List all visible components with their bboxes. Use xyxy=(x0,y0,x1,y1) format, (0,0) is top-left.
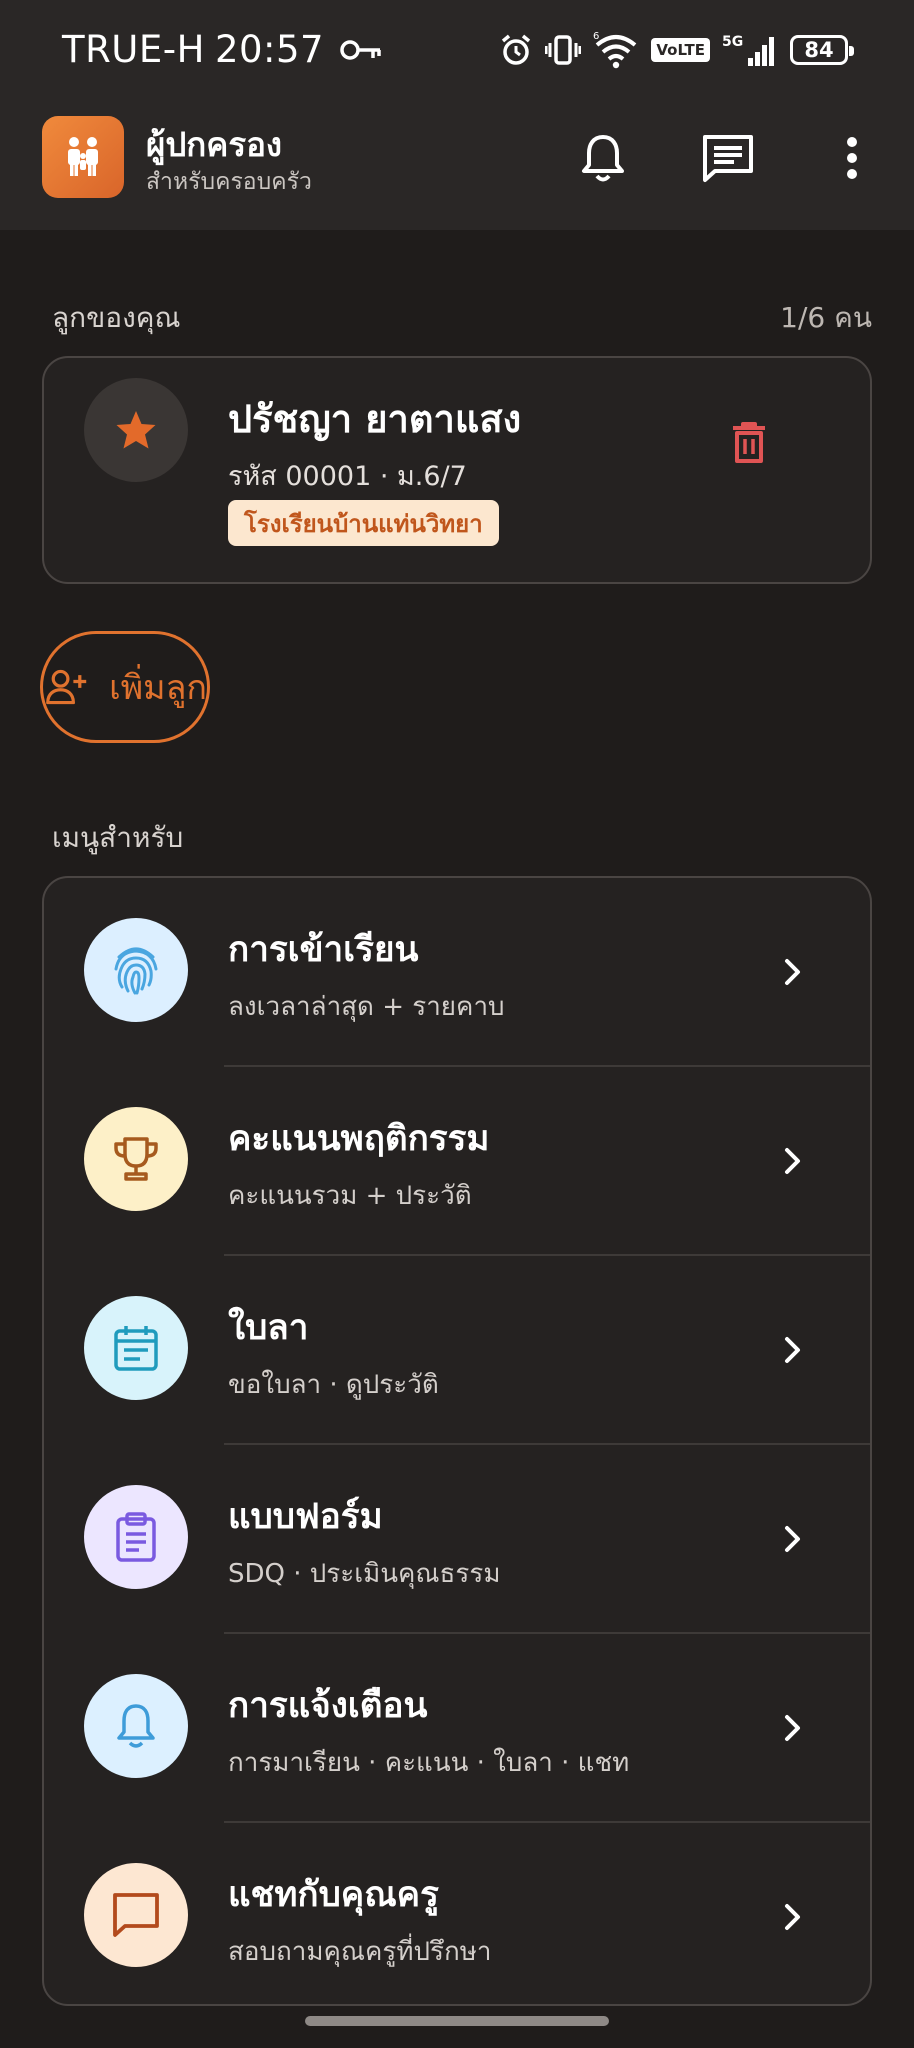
menu-icon-badge xyxy=(84,1863,188,1967)
menu-item-attendance[interactable]: การเข้าเรียน ลงเวลาล่าสุด + รายคาบ xyxy=(44,878,870,1067)
menu-icon-badge xyxy=(84,918,188,1022)
menu-item-subtitle: การมาเรียน · คะแนน · ใบลา · แชท xyxy=(228,1748,630,1778)
children-count: 1/6 คน xyxy=(780,301,872,334)
child-card[interactable]: ปรัชญา ยาตาแสง รหัส 00001 · ม.6/7 โรงเรี… xyxy=(42,356,872,584)
messages-button[interactable] xyxy=(700,130,756,186)
menu-item-forms[interactable]: แบบฟอร์ม SDQ · ประเมินคุณธรรม xyxy=(44,1445,870,1634)
family-icon xyxy=(68,137,98,176)
app-subtitle: สำหรับครอบครัว xyxy=(146,169,312,195)
menu-item-subtitle: คะแนนรวม + ประวัติ xyxy=(228,1181,472,1211)
child-avatar xyxy=(84,378,188,482)
vibrate-icon xyxy=(545,35,582,65)
status-left: TRUE-H 20:57 xyxy=(62,28,382,71)
menu-item-title: การเข้าเรียน xyxy=(228,930,419,970)
school-badge: โรงเรียนบ้านแท่นวิทยา xyxy=(228,500,499,546)
status-time: 20:57 xyxy=(214,28,325,71)
message-icon xyxy=(703,135,753,182)
menu-item-subtitle: SDQ · ประเมินคุณธรรม xyxy=(228,1559,501,1589)
child-name: ปรัชญา ยาตาแสง xyxy=(228,397,522,441)
menu-item-notifications[interactable]: การแจ้งเตือน การมาเรียน · คะแนน · ใบลา ·… xyxy=(44,1634,870,1823)
add-child-button[interactable]: เพิ่มลูก xyxy=(40,631,210,743)
calendar-icon xyxy=(114,1326,158,1371)
children-section-label: ลูกของคุณ xyxy=(52,301,181,334)
menu-icon-badge xyxy=(84,1485,188,1589)
menu-item-subtitle: ลงเวลาล่าสุด + รายคาบ xyxy=(228,992,505,1022)
battery-indicator: 84 xyxy=(790,35,854,65)
add-child-label: เพิ่มลูก xyxy=(109,668,207,708)
status-bar: TRUE-H 20:57 6 VoLTE 5G 84 xyxy=(0,0,914,100)
chevron-right-icon xyxy=(778,954,808,990)
child-meta: รหัส 00001 · ม.6/7 xyxy=(228,461,467,492)
chat-icon xyxy=(113,1893,159,1937)
delete-child-button[interactable] xyxy=(724,418,774,468)
menu-section-label: เมนูสำหรับ xyxy=(52,821,184,854)
home-indicator[interactable] xyxy=(305,2016,609,2026)
menu-item-title: ใบลา xyxy=(228,1308,309,1348)
vpn-key-icon xyxy=(340,39,381,60)
chevron-right-icon xyxy=(778,1710,808,1746)
chevron-right-icon xyxy=(778,1332,808,1368)
menu-item-title: แชทกับคุณครู xyxy=(228,1875,439,1915)
more-options-button[interactable] xyxy=(824,130,880,186)
bell-icon xyxy=(117,1704,155,1748)
person-add-icon xyxy=(46,669,87,705)
carrier-name: TRUE-H xyxy=(62,28,205,71)
bell-icon xyxy=(582,135,624,182)
menu-list: การเข้าเรียน ลงเวลาล่าสุด + รายคาบ คะแนน… xyxy=(42,876,872,2006)
star-icon xyxy=(116,411,156,449)
menu-item-subtitle: สอบถามคุณครูที่ปรึกษา xyxy=(228,1937,492,1967)
trash-icon xyxy=(733,422,765,463)
fingerprint-icon xyxy=(114,947,158,995)
more-vert-icon xyxy=(847,137,857,179)
chevron-right-icon xyxy=(778,1143,808,1179)
menu-item-chat-teacher[interactable]: แชทกับคุณครู สอบถามคุณครูที่ปรึกษา xyxy=(44,1823,870,2004)
alarm-icon xyxy=(502,34,531,65)
battery-level: 84 xyxy=(804,38,834,62)
clipboard-icon xyxy=(116,1512,156,1562)
chevron-right-icon xyxy=(778,1899,808,1935)
menu-item-leave[interactable]: ใบลา ขอใบลา · ดูประวัติ xyxy=(44,1256,870,1445)
chevron-right-icon xyxy=(778,1521,808,1557)
app-bar: ผู้ปกครอง สำหรับครอบครัว xyxy=(0,100,914,230)
wifi-sup: 6 xyxy=(593,31,599,42)
menu-item-title: การแจ้งเตือน xyxy=(228,1686,428,1726)
menu-item-subtitle: ขอใบลา · ดูประวัติ xyxy=(228,1370,439,1400)
menu-icon-badge xyxy=(84,1296,188,1400)
volte-badge: VoLTE xyxy=(651,38,710,62)
network-type: 5G xyxy=(722,34,743,50)
signal-icon: 5G xyxy=(722,34,774,66)
menu-item-title: แบบฟอร์ม xyxy=(228,1497,383,1537)
menu-item-behavior-score[interactable]: คะแนนพฤติกรรม คะแนนรวม + ประวัติ xyxy=(44,1067,870,1256)
menu-icon-badge xyxy=(84,1674,188,1778)
notifications-button[interactable] xyxy=(575,130,631,186)
wifi-icon: 6 xyxy=(593,31,637,69)
menu-item-title: คะแนนพฤติกรรม xyxy=(228,1119,490,1159)
menu-icon-badge xyxy=(84,1107,188,1211)
app-logo xyxy=(42,116,124,198)
status-icons: 6 VoLTE 5G 84 xyxy=(499,28,854,72)
trophy-icon xyxy=(114,1137,158,1181)
